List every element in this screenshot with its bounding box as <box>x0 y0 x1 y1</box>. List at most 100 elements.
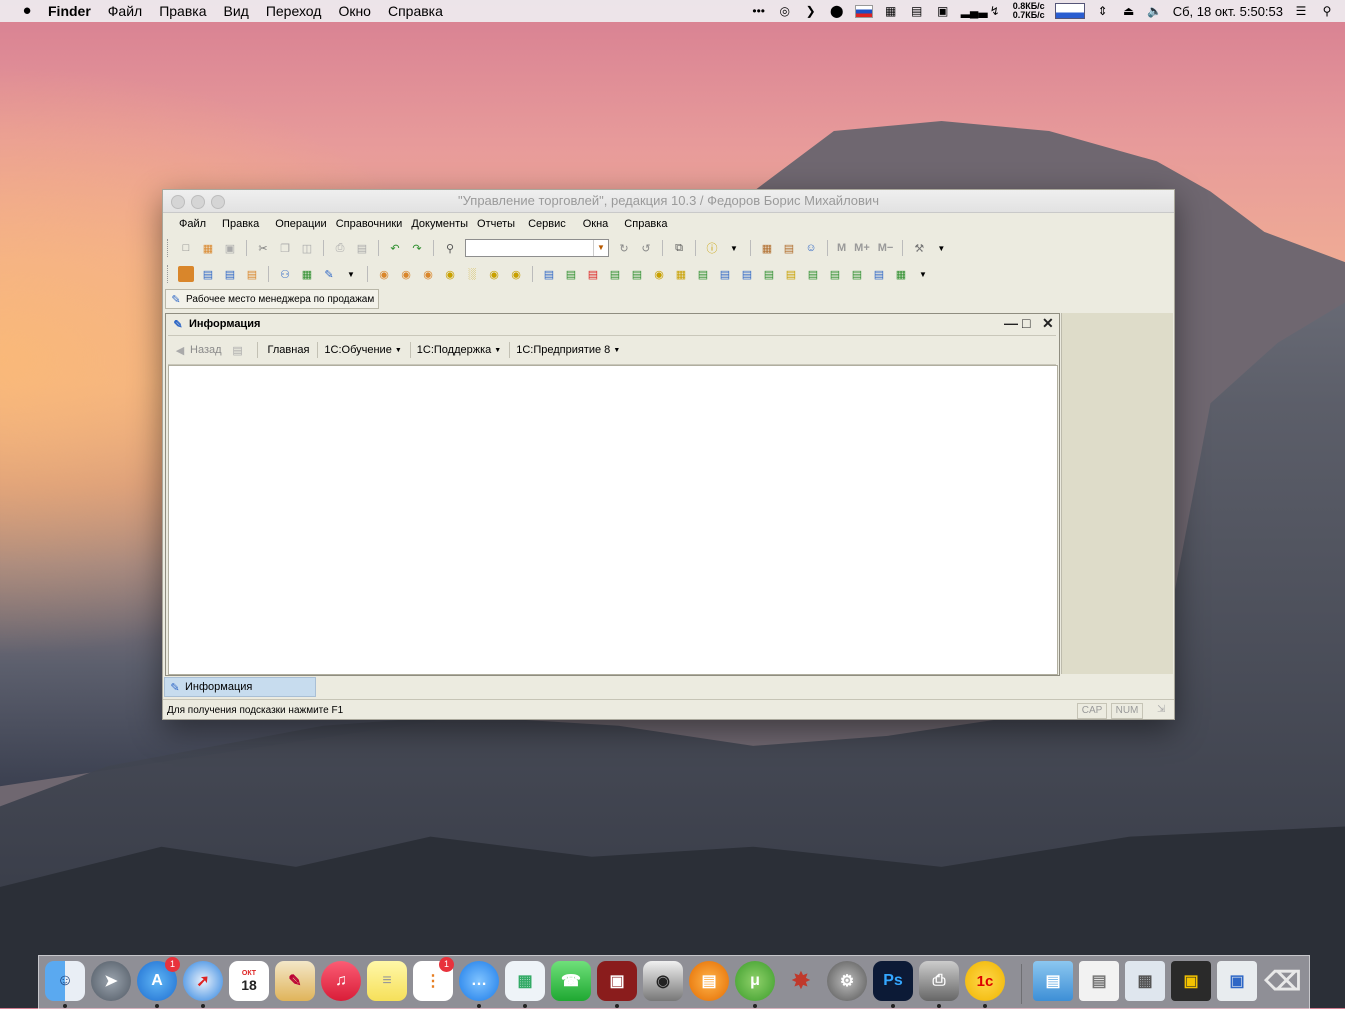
menu-go[interactable]: Переход <box>266 3 322 19</box>
system-preferences-icon[interactable]: ⚙ <box>827 961 867 1001</box>
photo-booth-icon[interactable]: ▣ <box>597 961 637 1001</box>
doc-list-icon[interactable]: ▤ <box>717 266 733 282</box>
register-orange-icon[interactable]: ▤ <box>244 266 260 282</box>
disk-utility-icon[interactable]: ◉ <box>643 961 683 1001</box>
doc-red-icon[interactable]: ▤ <box>585 266 601 282</box>
network-speed[interactable]: 0.8КБ/с 0.7КБ/с <box>1013 2 1045 20</box>
pages-icon[interactable]: ✎ <box>275 961 315 1001</box>
facetime-icon[interactable]: ☎ <box>551 961 591 1001</box>
back-button[interactable]: ◀ Назад <box>172 342 222 358</box>
safari-icon[interactable]: ➚ <box>183 961 223 1001</box>
calculator-icon[interactable]: ▦ <box>759 240 775 256</box>
folx-icon[interactable]: ✸ <box>781 961 821 1001</box>
child-window-titlebar[interactable]: ✎ Информация — □ ✕ <box>166 314 1059 334</box>
utorrent-icon[interactable]: μ <box>735 961 775 1001</box>
doc-print-icon[interactable]: ▤ <box>871 266 887 282</box>
register-list-icon[interactable]: ▤ <box>222 266 238 282</box>
redo-arrow-icon[interactable]: ↷ <box>409 240 425 256</box>
menu-help[interactable]: Справка <box>388 3 443 19</box>
photoshop-icon[interactable]: Ps <box>873 961 913 1001</box>
1c-enterprise-icon[interactable]: 1с <box>965 961 1005 1001</box>
goods-return-icon[interactable]: ◉ <box>420 266 436 282</box>
apple-menu-icon[interactable]: ● <box>18 2 36 20</box>
search-icon[interactable]: ⚲ <box>442 240 458 256</box>
wrench-icon[interactable]: ⚒ <box>911 240 927 256</box>
copy-icon[interactable]: ❐ <box>277 240 293 256</box>
goods-in-icon[interactable]: ◉ <box>376 266 392 282</box>
app-menu-documents[interactable]: Документы <box>411 218 468 230</box>
downloads-stack-icon[interactable]: ▦ <box>1125 961 1165 1001</box>
doc-stack-icon[interactable]: ▤ <box>827 266 843 282</box>
eject-icon[interactable]: ⏏ <box>1121 4 1137 18</box>
find-next-icon[interactable]: ↻ <box>616 240 632 256</box>
paste-icon[interactable]: ◫ <box>299 240 315 256</box>
menu-app-name[interactable]: Finder <box>48 3 91 19</box>
people-icon[interactable]: ⚇ <box>277 266 293 282</box>
app-menu-edit[interactable]: Правка <box>222 218 259 230</box>
memory-icon[interactable]: ▣ <box>935 4 951 18</box>
lightning-icon[interactable]: ↯ <box>987 4 1003 18</box>
child-close-icon[interactable]: ✕ <box>1042 315 1054 332</box>
notification-list-icon[interactable]: ☰ <box>1293 4 1309 18</box>
clock[interactable]: Сб, 18 окт. 5:50:53 <box>1173 4 1283 19</box>
menu-window[interactable]: Окно <box>338 3 371 19</box>
support-link[interactable]: 1С:Поддержка ▼ <box>417 344 501 356</box>
app-menu-catalogs[interactable]: Справочники <box>336 218 403 230</box>
activity-graph-icon[interactable]: ▂▄▃ <box>961 4 988 18</box>
warehouse-icon[interactable]: ░ <box>464 266 480 282</box>
chevron-right-icon[interactable]: ❯ <box>803 4 819 18</box>
doc-green-icon[interactable]: ▤ <box>563 266 579 282</box>
coins-icon[interactable]: ◉ <box>442 266 458 282</box>
finder-icon[interactable]: ☺ <box>45 961 85 1001</box>
doc-transfer-icon[interactable]: ▤ <box>541 266 557 282</box>
printer-icon[interactable]: ⎙ <box>919 961 959 1001</box>
forward-icon[interactable]: ▤ <box>230 342 246 358</box>
calendar-icon[interactable]: ▤ <box>781 240 797 256</box>
app-menu-operations[interactable]: Операции <box>275 218 326 230</box>
undo-arrow-icon[interactable]: ↶ <box>387 240 403 256</box>
preview-icon[interactable]: ▦ <box>505 961 545 1001</box>
windows-cascade-icon[interactable]: ⧉ <box>671 240 687 256</box>
print-icon[interactable]: ⎙ <box>332 240 348 256</box>
print-preview-icon[interactable]: ▤ <box>354 240 370 256</box>
more-icon[interactable]: ••• <box>751 4 767 18</box>
doc-arrow-icon[interactable]: ▤ <box>607 266 623 282</box>
open-folder-icon[interactable]: ▦ <box>200 240 216 256</box>
search-combo[interactable]: ▼ <box>465 239 609 257</box>
pen-dropdown-icon[interactable]: ▼ <box>343 266 359 282</box>
spotlight-search-icon[interactable]: ⚲ <box>1319 4 1335 18</box>
cut-icon[interactable]: ✂ <box>255 240 271 256</box>
app-menu-help[interactable]: Справка <box>624 218 667 230</box>
memory-button[interactable]: M <box>837 242 846 254</box>
pen-icon[interactable]: ✎ <box>321 266 337 282</box>
child-maximize-icon[interactable]: □ <box>1022 315 1030 331</box>
info-dropdown-icon[interactable]: ▼ <box>726 240 742 256</box>
ibooks-icon[interactable]: ▤ <box>689 961 729 1001</box>
users-icon[interactable]: ☺ <box>803 240 819 256</box>
window-titlebar[interactable]: "Управление торговлей", редакция 10.3 / … <box>163 190 1174 213</box>
app-menu-windows[interactable]: Окна <box>583 218 609 230</box>
find-previous-icon[interactable]: ↺ <box>638 240 654 256</box>
toolbar-grip[interactable] <box>167 239 171 257</box>
calendar-icon[interactable]: ОКТ 18 <box>229 961 269 1001</box>
info-icon[interactable]: ⓘ <box>704 240 720 256</box>
cash-icon[interactable]: ◉ <box>486 266 502 282</box>
launchpad-icon[interactable]: ➤ <box>91 961 131 1001</box>
goods-out-icon[interactable]: ◉ <box>398 266 414 282</box>
itunes-icon[interactable]: ♫ <box>321 961 361 1001</box>
enterprise-link[interactable]: 1С:Предприятие 8 ▼ <box>516 344 620 356</box>
education-link[interactable]: 1С:Обучение ▼ <box>324 344 401 356</box>
combo-dropdown-icon[interactable]: ▼ <box>593 240 608 256</box>
doc-arrow2-icon[interactable]: ▤ <box>629 266 645 282</box>
doc-folder-icon[interactable]: ▦ <box>673 266 689 282</box>
table-icon[interactable]: ▦ <box>299 266 315 282</box>
volume-icon[interactable]: 🔈 <box>1147 4 1163 18</box>
window-thumbnail-icon[interactable]: ▣ <box>1217 961 1257 1001</box>
wrench-dropdown-icon[interactable]: ▼ <box>933 240 949 256</box>
doc-coins-icon[interactable]: ◉ <box>651 266 667 282</box>
trash-icon[interactable]: ⌫ <box>1263 961 1303 1001</box>
workspace-button[interactable]: ✎ Рабочее место менеджера по продажам <box>165 289 380 309</box>
docs-dropdown-icon[interactable]: ▼ <box>915 266 931 282</box>
screenshot-stack-icon[interactable]: ▣ <box>1171 961 1211 1001</box>
sensors-icon[interactable]: ⇕ <box>1095 4 1111 18</box>
